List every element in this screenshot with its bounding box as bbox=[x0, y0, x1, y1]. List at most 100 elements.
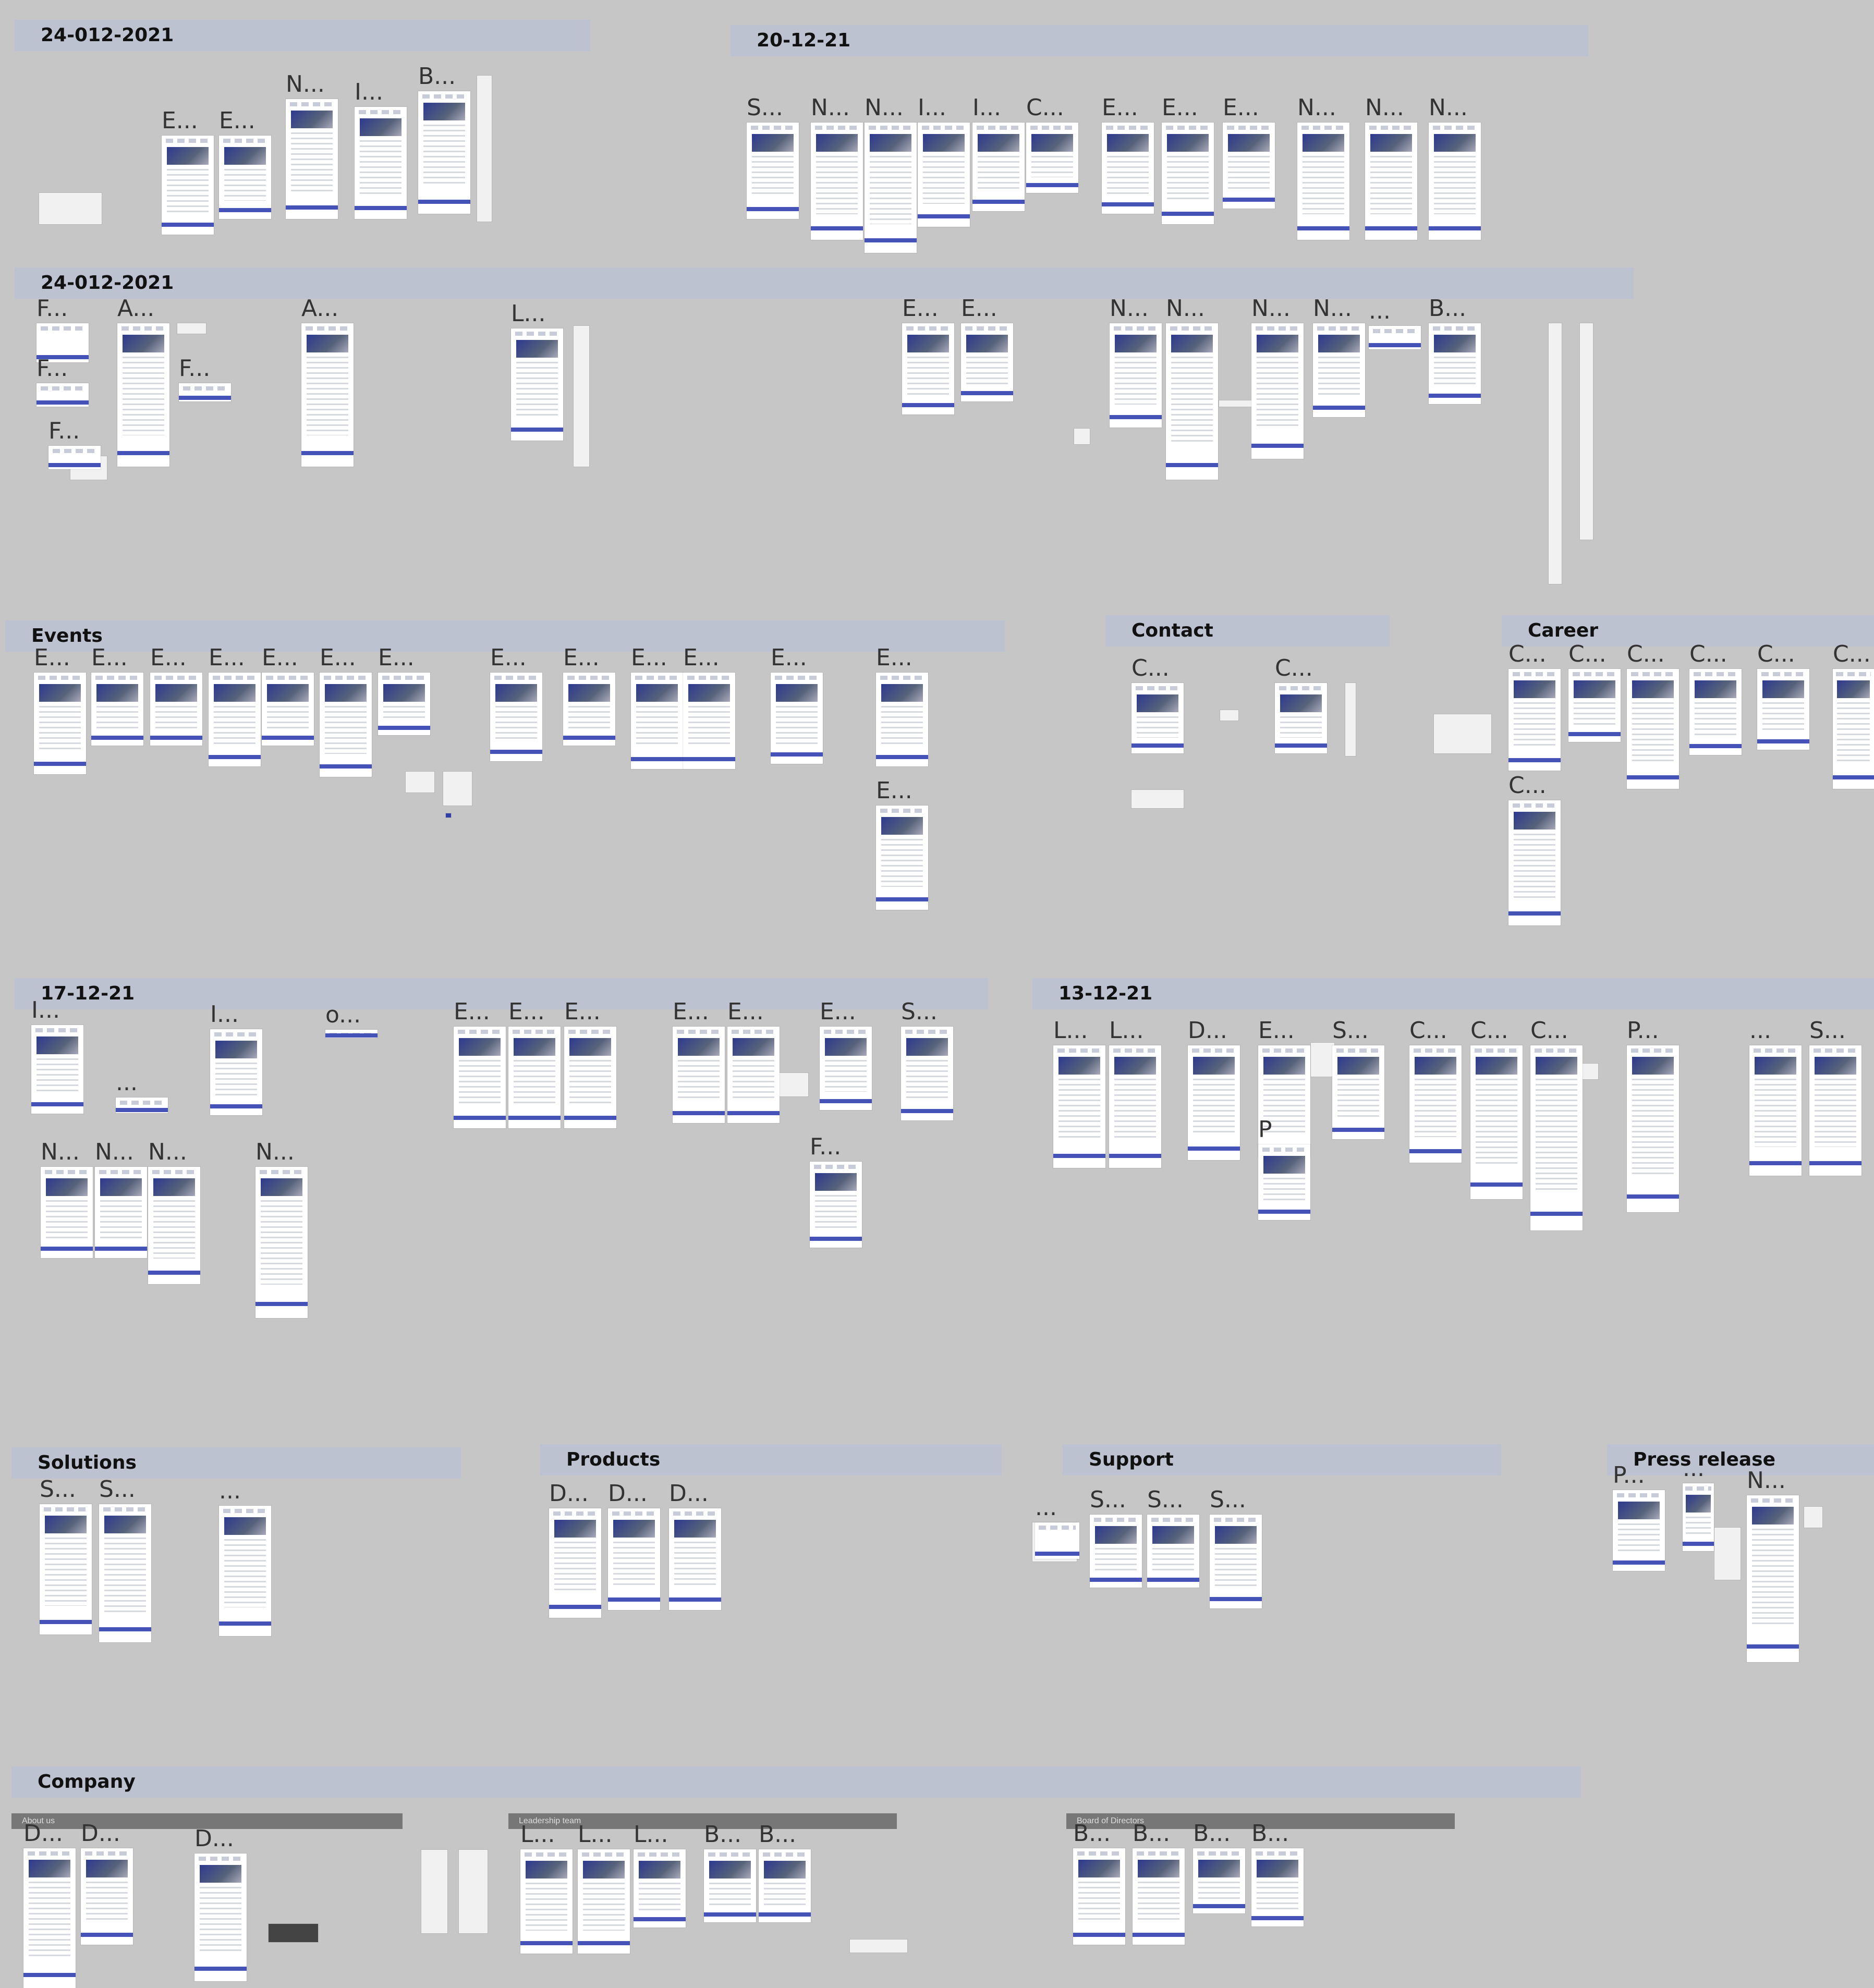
frame-label[interactable]: I... bbox=[355, 80, 383, 105]
frame[interactable]: N... bbox=[95, 1140, 147, 1258]
frame[interactable]: E... bbox=[508, 999, 561, 1128]
frame-thumbnail[interactable] bbox=[1833, 669, 1874, 789]
frame-label[interactable]: E... bbox=[320, 645, 356, 670]
frame-label[interactable]: E... bbox=[876, 645, 912, 670]
frame[interactable]: B... bbox=[1073, 1821, 1125, 1945]
loose-layer[interactable] bbox=[1219, 400, 1253, 407]
frame-label[interactable]: E... bbox=[771, 645, 807, 670]
frame-label[interactable]: L... bbox=[1109, 1018, 1143, 1043]
frame[interactable]: B... bbox=[1193, 1821, 1245, 1913]
frame-label[interactable]: B... bbox=[759, 1822, 796, 1847]
frame-label[interactable]: E... bbox=[902, 296, 939, 321]
frame[interactable]: N... bbox=[1297, 95, 1349, 240]
frame-thumbnail[interactable] bbox=[40, 1504, 92, 1635]
loose-layer[interactable] bbox=[406, 772, 434, 792]
frame[interactable]: E... bbox=[91, 645, 143, 746]
frame-thumbnail[interactable] bbox=[810, 1162, 862, 1248]
frame-thumbnail[interactable] bbox=[876, 673, 928, 766]
frame-thumbnail[interactable] bbox=[209, 673, 261, 766]
frame[interactable]: D... bbox=[669, 1481, 721, 1610]
frame[interactable]: I... bbox=[31, 998, 83, 1114]
frame[interactable]: L... bbox=[1053, 1018, 1105, 1168]
frame-label[interactable]: L... bbox=[511, 301, 545, 326]
frame[interactable]: C... bbox=[1508, 773, 1561, 925]
loose-layer[interactable] bbox=[443, 772, 472, 806]
frame-label[interactable]: L... bbox=[634, 1822, 668, 1847]
frame[interactable]: N... bbox=[811, 95, 863, 240]
frame-thumbnail[interactable] bbox=[1073, 1848, 1125, 1945]
frame[interactable]: ... bbox=[1749, 1018, 1802, 1176]
frame[interactable]: D... bbox=[194, 1826, 247, 1981]
frame[interactable]: C... bbox=[1508, 642, 1561, 771]
frame-label[interactable]: N... bbox=[1313, 296, 1352, 321]
frame[interactable]: ... bbox=[116, 1070, 168, 1113]
frame[interactable]: E... bbox=[902, 296, 954, 414]
frame-thumbnail[interactable] bbox=[876, 806, 928, 910]
frame-thumbnail[interactable] bbox=[48, 446, 101, 469]
frame-label[interactable]: L... bbox=[578, 1822, 612, 1847]
frame-label[interactable]: N... bbox=[865, 95, 904, 120]
frame[interactable]: S... bbox=[1147, 1487, 1199, 1588]
frame-label[interactable]: F... bbox=[36, 296, 68, 321]
frame-thumbnail[interactable] bbox=[1223, 123, 1275, 209]
frame-label[interactable]: B... bbox=[704, 1822, 741, 1847]
frame[interactable]: E... bbox=[820, 999, 872, 1110]
loose-layer[interactable] bbox=[177, 323, 206, 334]
frame-label[interactable]: N... bbox=[1251, 296, 1291, 321]
frame[interactable]: B... bbox=[704, 1822, 756, 1922]
frame[interactable]: N... bbox=[255, 1140, 308, 1318]
frame-label[interactable]: I... bbox=[210, 1002, 239, 1027]
frame-thumbnail[interactable] bbox=[1035, 1522, 1079, 1559]
frame-label[interactable]: C... bbox=[1508, 642, 1547, 667]
frame-label[interactable]: N... bbox=[1297, 95, 1336, 120]
section-s1[interactable]: 24-012-2021 bbox=[15, 20, 590, 51]
frame-label[interactable]: S... bbox=[1210, 1487, 1246, 1513]
frame[interactable]: C... bbox=[1568, 642, 1621, 742]
frame[interactable]: C... bbox=[1530, 1018, 1583, 1230]
frame-thumbnail[interactable] bbox=[1275, 683, 1327, 753]
loose-layer[interactable] bbox=[1714, 1528, 1741, 1580]
frame[interactable]: E... bbox=[876, 645, 928, 766]
design-canvas[interactable]: 24-012-2021 20-12-21 24-012-2021 Events Cont… bbox=[0, 0, 1874, 1988]
frame[interactable]: N... bbox=[148, 1140, 200, 1284]
frame-label[interactable]: C... bbox=[1689, 642, 1727, 667]
loose-layer[interactable] bbox=[477, 76, 492, 222]
frame[interactable]: L... bbox=[1109, 1018, 1161, 1168]
frame-thumbnail[interactable] bbox=[673, 1027, 725, 1123]
frame[interactable]: o... bbox=[325, 1003, 378, 1038]
frame-thumbnail[interactable] bbox=[961, 323, 1013, 401]
frame-label[interactable]: N... bbox=[95, 1140, 134, 1165]
section-s11[interactable]: Support bbox=[1063, 1444, 1501, 1475]
frame[interactable]: A... bbox=[117, 296, 169, 467]
frame-label[interactable]: E... bbox=[262, 645, 298, 670]
frame[interactable]: I... bbox=[918, 95, 970, 227]
loose-layer[interactable] bbox=[421, 1850, 447, 1933]
frame[interactable]: I... bbox=[972, 95, 1025, 211]
frame[interactable]: S... bbox=[40, 1477, 92, 1635]
frame-label[interactable]: E... bbox=[631, 645, 667, 670]
frame[interactable]: N... bbox=[1166, 296, 1218, 480]
frame-thumbnail[interactable] bbox=[1369, 326, 1421, 349]
frame-label[interactable]: E... bbox=[150, 645, 187, 670]
frame[interactable]: L... bbox=[578, 1822, 630, 1954]
frame[interactable]: C... bbox=[1757, 642, 1809, 750]
frame-thumbnail[interactable] bbox=[219, 136, 271, 219]
frame-label[interactable]: ... bbox=[1369, 299, 1391, 324]
frame[interactable]: S... bbox=[1210, 1487, 1262, 1608]
frame[interactable]: I... bbox=[355, 80, 407, 219]
frame-label[interactable]: I... bbox=[918, 95, 946, 120]
frame-thumbnail[interactable] bbox=[578, 1849, 630, 1954]
frame-label[interactable]: N... bbox=[1110, 296, 1149, 321]
frame[interactable]: E... bbox=[209, 645, 261, 766]
frame-label[interactable]: ... bbox=[116, 1070, 138, 1095]
frame[interactable]: E... bbox=[771, 645, 823, 764]
frame-thumbnail[interactable] bbox=[179, 383, 231, 401]
frame-label[interactable]: P... bbox=[1627, 1018, 1659, 1043]
frame-label[interactable]: S... bbox=[1809, 1018, 1846, 1043]
frame-label[interactable]: N... bbox=[255, 1140, 295, 1165]
frame-thumbnail[interactable] bbox=[747, 123, 799, 219]
frame[interactable]: B... bbox=[418, 64, 470, 214]
frame-label[interactable]: L... bbox=[520, 1822, 555, 1847]
frame-label[interactable]: B... bbox=[418, 64, 456, 89]
frame-thumbnail[interactable] bbox=[301, 323, 354, 467]
